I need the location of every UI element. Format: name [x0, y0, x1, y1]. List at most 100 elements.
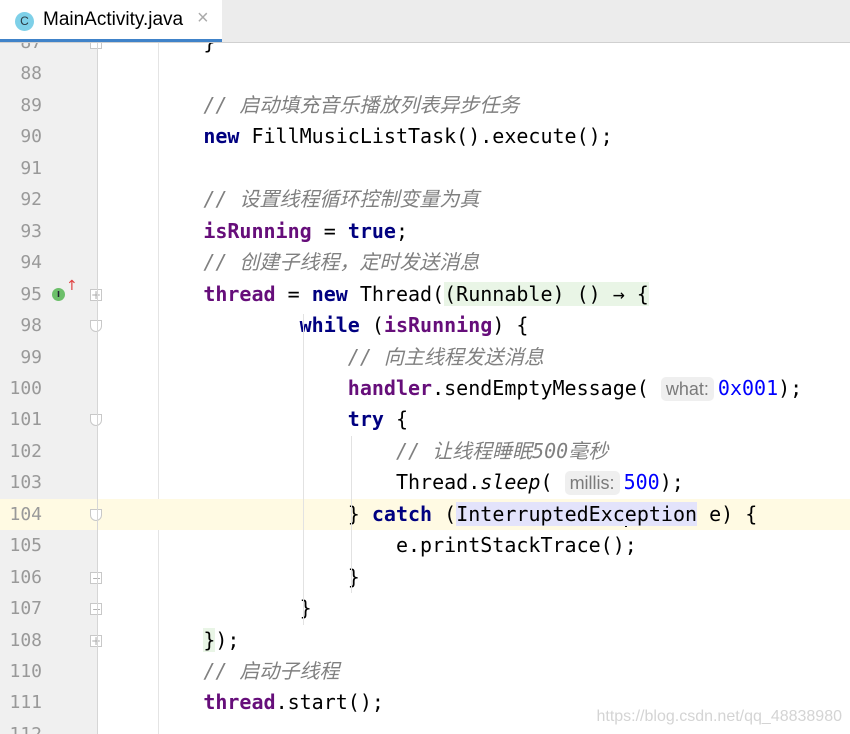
fold-minus-icon[interactable] [90, 594, 102, 626]
code-token: ( [540, 470, 565, 495]
fold-end-icon[interactable] [90, 42, 102, 49]
code-text: // 让线程睡眠500毫秒 [396, 436, 608, 467]
indent-guide [302, 314, 304, 625]
code-token: (Runnable) () → { [444, 281, 649, 306]
code-line[interactable]: 108}); [0, 625, 850, 657]
code-line[interactable]: 107} [0, 593, 850, 626]
code-token: isRunning [383, 313, 493, 338]
code-text: } [203, 42, 215, 58]
code-text: e.printStackTrace(); [396, 530, 637, 561]
code-token: 500 [623, 470, 660, 495]
code-text: // 启动子线程 [203, 656, 339, 687]
code-line[interactable]: 98 while (isRunning) { [0, 310, 850, 341]
code-editor[interactable]: 87} 88 89 // 启动填充音乐播放列表异步任务 90 new FillMusicL… [0, 42, 850, 734]
code-text: // 启动填充音乐播放列表异步任务 [203, 90, 519, 121]
fold-plus-icon[interactable] [90, 280, 102, 311]
code-text: handler.sendEmptyMessage( what: 0x001); [348, 373, 802, 404]
implements-icon[interactable]: I [52, 287, 65, 301]
code-text: thread = new Thread((Runnable) () → { [203, 279, 649, 310]
code-line[interactable]: 94 // 创建子线程，定时发送消息 [0, 247, 850, 278]
code-token: ) { [492, 313, 529, 338]
code-token: handler [347, 375, 433, 400]
code-line[interactable]: 92 // 设置线程循环控制变量为真 [0, 184, 850, 215]
indent-guide [350, 530, 352, 594]
code-token: try [347, 407, 384, 432]
code-text: }); [203, 625, 239, 656]
code-line[interactable]: 95 thread = new Thread((Runnable) () → { I… [0, 278, 850, 311]
code-line[interactable]: 90 new FillMusicListTask().execute(); [0, 121, 850, 152]
code-token: .start(); [275, 690, 384, 715]
fold-begin-icon[interactable] [90, 508, 102, 521]
code-token: 0x001 [717, 375, 779, 400]
code-token: } [347, 564, 360, 589]
code-token: ); [778, 375, 803, 400]
code-token: { [383, 407, 409, 432]
code-text: isRunning = true; [203, 216, 408, 247]
code-line[interactable]: 110 // 启动子线程 [0, 656, 850, 687]
fold-line [97, 42, 98, 734]
fold-begin-icon[interactable] [90, 414, 102, 427]
code-token: thread [203, 690, 276, 715]
code-token: while [299, 313, 360, 338]
code-line[interactable]: 105 e.printStackTrace(); [0, 530, 850, 561]
code-token: ); [659, 470, 684, 495]
code-line[interactable]: 99 // 向主线程发送消息 [0, 342, 850, 373]
editor-tab-bar: C MainActivity.java × [0, 0, 850, 43]
code-text: } catch (InterruptedException e) { [348, 499, 757, 530]
tab-title: MainActivity.java [43, 9, 184, 30]
code-line[interactable]: 89 // 启动填充音乐播放列表异步任务 [0, 90, 850, 121]
code-token: } [203, 42, 216, 54]
tab-main-activity[interactable]: C MainActivity.java × [0, 0, 222, 42]
code-token: // 向主线程发送消息 [347, 344, 544, 369]
code-line[interactable]: 101 try { [0, 404, 850, 435]
code-text: // 创建子线程，定时发送消息 [203, 247, 479, 278]
code-token: ( [359, 313, 384, 338]
code-token: // 让线程睡眠500毫秒 [395, 438, 609, 463]
line-number: 107 [9, 598, 42, 620]
code-line[interactable]: 93 isRunning = true; [0, 216, 850, 247]
line-number: 99 [20, 346, 42, 368]
code-token: eption [624, 501, 698, 526]
code-text: thread.start(); [203, 687, 384, 718]
code-token: InterruptedExc [456, 501, 625, 526]
line-number: 112 [0, 719, 42, 734]
code-line[interactable]: 100 handler.sendEmptyMessage( what: 0x001)… [0, 373, 850, 404]
navigate-up-arrow-icon[interactable]: ↑ [66, 278, 78, 294]
java-class-icon: C [15, 12, 34, 31]
code-text: Thread.sleep( millis: 500); [396, 467, 684, 498]
code-token: ( [432, 501, 457, 526]
line-number: 106 [9, 566, 42, 588]
code-token: new [203, 124, 240, 149]
line-number: 94 [20, 252, 42, 274]
code-line[interactable]: 87} [0, 42, 850, 58]
code-token: isRunning [203, 218, 312, 243]
code-token: // 启动填充音乐播放列表异步任务 [203, 92, 520, 117]
line-number: 108 [9, 629, 42, 651]
close-tab-icon[interactable]: × [197, 7, 209, 30]
fold-minus-icon[interactable] [90, 563, 102, 594]
line-number: 98 [20, 315, 42, 337]
code-line[interactable]: 104 } catch (InterruptedException e) { [0, 498, 850, 531]
code-line[interactable]: 91 [0, 153, 850, 184]
code-token: } [299, 596, 312, 621]
code-text: } [348, 562, 360, 593]
fold-plus-icon[interactable] [90, 626, 102, 657]
line-number: 105 [9, 535, 42, 557]
code-line[interactable]: 103 Thread.sleep( millis: 500); [0, 467, 850, 498]
code-token: catch [371, 501, 433, 526]
line-number: 104 [0, 498, 42, 531]
line-number: 92 [20, 189, 42, 211]
line-number: 103 [9, 472, 42, 494]
code-text: while (isRunning) { [300, 310, 529, 341]
code-line[interactable]: 88 [0, 58, 850, 89]
code-token: .sendEmptyMessage( [432, 375, 661, 400]
parameter-hint: millis: [564, 471, 620, 496]
line-number: 90 [20, 126, 42, 148]
code-text: // 向主线程发送消息 [348, 342, 544, 373]
code-text: } [300, 593, 312, 624]
line-number: 95 [20, 283, 42, 305]
fold-begin-icon[interactable] [90, 320, 102, 333]
line-number: 88 [20, 63, 42, 85]
code-line[interactable]: 102 // 让线程睡眠500毫秒 [0, 436, 850, 467]
code-line[interactable]: 106} [0, 562, 850, 594]
